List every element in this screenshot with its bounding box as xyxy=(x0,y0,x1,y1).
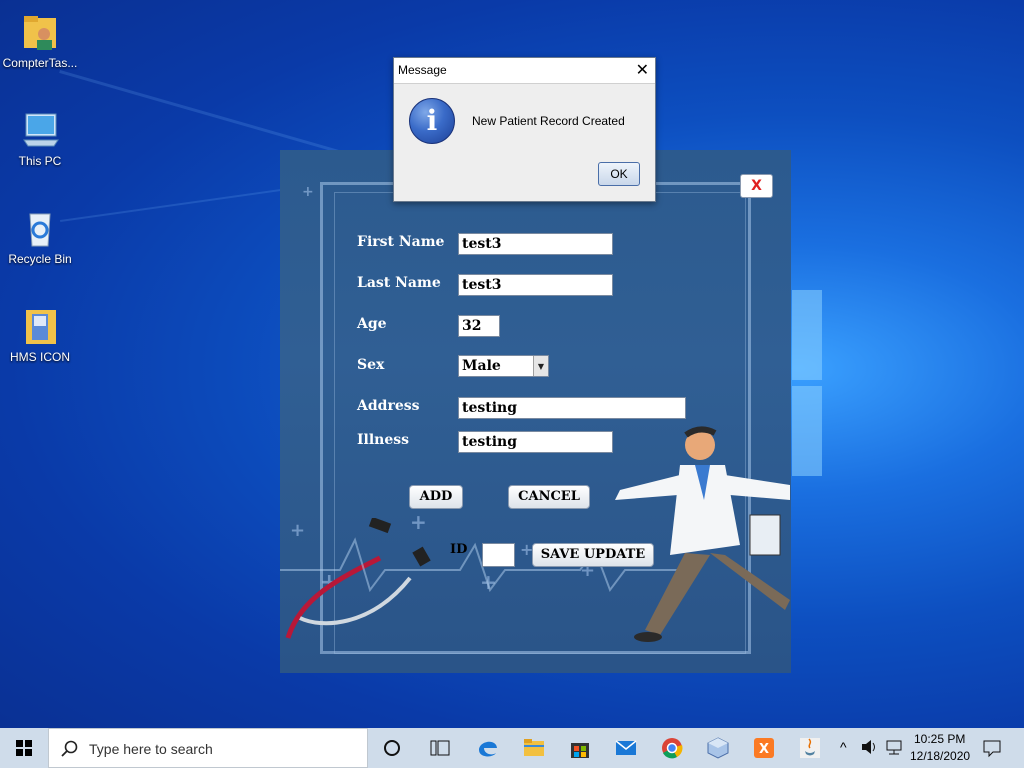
chevron-down-icon[interactable]: ▼ xyxy=(533,356,548,376)
search-placeholder: Type here to search xyxy=(89,741,213,757)
first-name-field[interactable]: test3 xyxy=(458,233,613,255)
info-icon: i xyxy=(409,98,455,144)
chevron-up-icon[interactable]: ^ xyxy=(840,739,847,755)
volume-icon[interactable] xyxy=(860,738,880,759)
desktop-icon-hms[interactable]: HMS ICON xyxy=(0,306,80,364)
computer-icon xyxy=(20,110,60,150)
save-update-button[interactable]: SAVE UPDATE xyxy=(532,543,654,567)
search-icon xyxy=(61,740,78,757)
taskbar: Type here to search X ^ 10:25 PM 12/18/2… xyxy=(0,728,1024,768)
sex-select-value: Male xyxy=(462,358,501,374)
close-icon[interactable]: ✕ xyxy=(636,60,649,79)
start-button[interactable] xyxy=(0,728,48,768)
first-name-label: First Name xyxy=(357,234,445,250)
sex-select[interactable]: Male ▼ xyxy=(458,355,549,377)
desktop-icon-label: CompterTas... xyxy=(2,56,78,70)
illness-field[interactable]: testing xyxy=(458,431,613,453)
xampp-icon[interactable]: X xyxy=(752,736,776,760)
close-button[interactable]: X xyxy=(740,174,773,198)
desktop-icon-compter-tas[interactable]: CompterTas... xyxy=(0,12,80,70)
plus-decor-icon: + xyxy=(302,184,314,200)
java-icon[interactable] xyxy=(798,736,822,760)
taskbar-search-box[interactable]: Type here to search xyxy=(48,728,368,768)
sex-label: Sex xyxy=(357,357,385,373)
last-name-label: Last Name xyxy=(357,275,441,291)
cancel-button[interactable]: CANCEL xyxy=(508,485,590,509)
id-field[interactable] xyxy=(482,543,515,567)
clock-time[interactable]: 10:25 PM xyxy=(914,732,965,746)
edge-icon[interactable] xyxy=(476,736,500,760)
dialog-titlebar: Message ✕ xyxy=(394,58,655,84)
address-field[interactable]: testing xyxy=(458,397,686,419)
windows-start-icon xyxy=(16,740,32,756)
desktop-icon-this-pc[interactable]: This PC xyxy=(0,110,80,168)
file-explorer-icon[interactable] xyxy=(522,736,546,760)
doctor-illustration xyxy=(615,426,790,642)
folder-icon xyxy=(20,306,60,346)
dialog-title: Message xyxy=(398,63,447,77)
notification-icon[interactable] xyxy=(982,738,1002,761)
chrome-icon[interactable] xyxy=(660,736,684,760)
svg-text:X: X xyxy=(759,742,769,757)
cortana-icon[interactable] xyxy=(380,736,404,760)
message-dialog: Message ✕ i New Patient Record Created O… xyxy=(393,57,656,202)
last-name-field[interactable]: test3 xyxy=(458,274,613,296)
address-label: Address xyxy=(357,398,420,414)
age-field[interactable]: 32 xyxy=(458,315,500,337)
add-button[interactable]: ADD xyxy=(409,485,463,509)
network-icon[interactable] xyxy=(884,738,904,759)
dialog-message: New Patient Record Created xyxy=(472,114,625,128)
desktop-icon-label: This PC xyxy=(18,154,62,168)
desktop-icon-label: Recycle Bin xyxy=(8,252,72,266)
recycle-bin-icon xyxy=(20,208,60,248)
illness-label: Illness xyxy=(357,432,410,448)
store-icon[interactable] xyxy=(568,736,592,760)
patient-form-window: + + + + + + + X First Name test3 Last Na… xyxy=(280,150,791,673)
clock-date[interactable]: 12/18/2020 xyxy=(910,749,970,763)
task-view-icon[interactable] xyxy=(428,736,452,760)
mail-icon[interactable] xyxy=(614,736,638,760)
folder-user-icon xyxy=(20,12,60,52)
virtualbox-icon[interactable] xyxy=(706,736,730,760)
desktop-icon-label: HMS ICON xyxy=(10,350,70,364)
desktop-icon-recycle-bin[interactable]: Recycle Bin xyxy=(0,208,80,266)
ok-button[interactable]: OK xyxy=(598,162,640,186)
id-label: ID xyxy=(450,542,468,557)
age-label: Age xyxy=(357,316,387,332)
